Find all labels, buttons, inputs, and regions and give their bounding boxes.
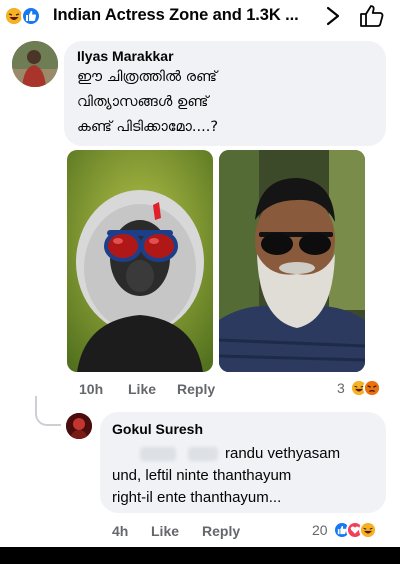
reply-text: randu vethyasam und, leftil ninte thanth… xyxy=(112,443,374,509)
header-reactions[interactable] xyxy=(4,6,50,26)
comment-author[interactable]: Ilyas Marakkar xyxy=(77,48,374,65)
bottom-bar xyxy=(0,547,400,564)
comment-text-line: കണ്ട് പിടിക്കാമോ....? xyxy=(77,119,219,135)
reply-author[interactable]: Gokul Suresh xyxy=(112,421,374,438)
comment-text-line: വിത്യാസങ്ങൾ ഉണ്ട് xyxy=(77,94,209,110)
like-button[interactable]: Like xyxy=(151,523,179,539)
reply-button[interactable]: Reply xyxy=(202,523,240,539)
monkey-sunglasses-photo[interactable] xyxy=(67,150,213,372)
blurred-text xyxy=(140,447,176,461)
reply-reactions[interactable]: 20 xyxy=(312,520,377,540)
haha-icon xyxy=(358,521,377,539)
comment-reactions[interactable]: 3 xyxy=(337,378,381,398)
reply-bubble: Gokul Suresh randu vethyasam und, leftil… xyxy=(100,412,386,513)
avatar[interactable] xyxy=(12,41,58,87)
avatar[interactable] xyxy=(66,413,92,439)
reply-text-line: right-il ente thanthayum... xyxy=(112,489,282,506)
bearded-man-sunglasses-photo[interactable] xyxy=(219,150,365,372)
reply-button[interactable]: Reply xyxy=(177,381,215,397)
comment-time[interactable]: 10h xyxy=(79,381,103,397)
thumbs-up-icon[interactable] xyxy=(359,4,385,28)
page-title[interactable]: Indian Actress Zone and 1.3K ... xyxy=(53,6,299,25)
like-button[interactable]: Like xyxy=(128,381,156,397)
reaction-count: 20 xyxy=(312,522,328,538)
thread-connector xyxy=(35,396,61,426)
post-header: Indian Actress Zone and 1.3K ... xyxy=(0,0,400,32)
comment-bubble: Ilyas Marakkar ഈ ചിത്രത്തിൽ രണ്ട് വിത്യാ… xyxy=(64,41,386,146)
reply-text-line: randu vethyasam xyxy=(112,443,374,465)
reaction-count: 3 xyxy=(337,380,345,396)
comment-text-line: ഈ ചിത്രത്തിൽ രണ്ട് xyxy=(77,69,217,85)
chevron-right-icon[interactable] xyxy=(324,6,342,26)
angry-icon xyxy=(362,379,381,397)
reply-text-line: und, leftil ninte thanthayum xyxy=(112,467,292,484)
reply-text-segment: randu vethyasam xyxy=(225,445,341,462)
like-icon xyxy=(21,6,41,26)
reply-time[interactable]: 4h xyxy=(112,523,128,539)
blurred-text xyxy=(188,447,218,461)
